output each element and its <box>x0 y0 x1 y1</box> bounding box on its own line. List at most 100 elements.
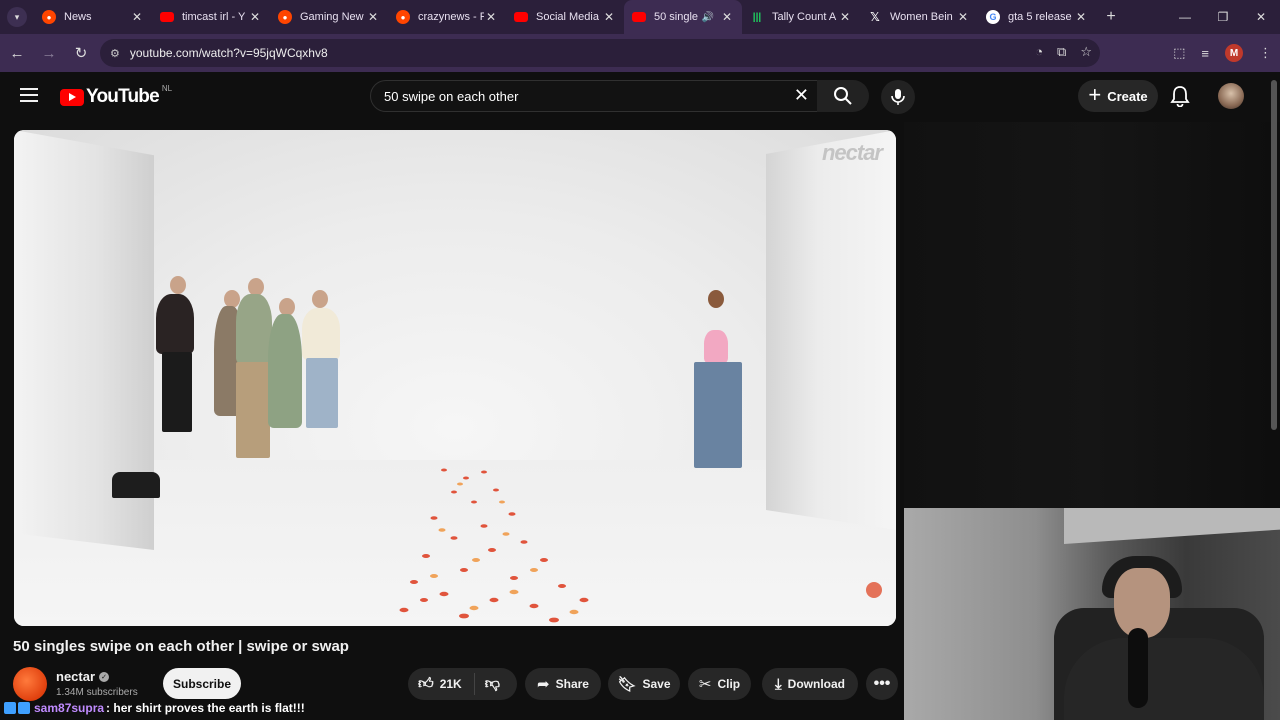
like-button[interactable]: 👍︎ 21K <box>408 673 475 695</box>
close-icon[interactable]: ✕ <box>484 10 498 24</box>
voice-search-button[interactable] <box>881 80 915 114</box>
new-tab-button[interactable]: + <box>1096 8 1126 26</box>
tab-title: Tally Count A <box>772 11 837 23</box>
address-bar[interactable]: ⚙ youtube.com/watch?v=95jqWCqxhv8 ◔ ⧉ ☆ <box>100 39 1100 67</box>
youtube-logo[interactable]: YouTube NL <box>60 84 173 108</box>
minimize-icon[interactable]: — <box>1166 0 1204 34</box>
search-input[interactable]: 50 swipe on each other ✕ <box>370 80 818 112</box>
share-button[interactable]: ➦ Share <box>525 668 601 700</box>
subscriber-count: 1.34M subscribers <box>56 687 138 698</box>
tab-50-singles[interactable]: 50 single 🔊 ✕ <box>624 0 742 34</box>
clip-button[interactable]: ✂ Clip <box>688 668 751 700</box>
close-icon[interactable]: ✕ <box>720 10 734 24</box>
chat-overlay-message: sam87supra : her shirt proves the earth … <box>0 699 904 717</box>
close-icon[interactable]: ✕ <box>248 10 262 24</box>
url-text: youtube.com/watch?v=95jqWCqxhv8 <box>129 46 328 60</box>
badge-icon <box>18 702 30 714</box>
close-icon[interactable]: ✕ <box>602 10 616 24</box>
close-window-icon[interactable]: ✕ <box>1242 0 1280 34</box>
share-arrow-icon: ➦ <box>537 676 550 693</box>
restore-icon[interactable]: ❐ <box>1204 0 1242 34</box>
hamburger-menu-icon[interactable] <box>20 88 38 102</box>
download-button[interactable]: ⤓ Download <box>762 668 858 700</box>
tab-women-bein[interactable]: 𝕏 Women Bein ✕ <box>860 0 978 34</box>
open-in-app-icon[interactable]: ⧉ <box>1057 44 1066 60</box>
tab-title: Gaming New <box>300 11 364 23</box>
channel-name-row[interactable]: nectar ✓ <box>56 669 110 684</box>
tab-title: crazynews - F <box>418 11 484 23</box>
logo-text: YouTube <box>86 86 160 107</box>
video-player[interactable]: nectar <box>14 130 896 626</box>
save-label: Save <box>642 677 671 691</box>
youtube-play-icon <box>60 88 84 106</box>
extensions-icon[interactable]: ⬚ <box>1173 45 1185 61</box>
like-count: 21K <box>439 677 462 691</box>
create-label: Create <box>1107 88 1148 104</box>
verified-check-icon: ✓ <box>99 671 110 682</box>
user-avatar[interactable] <box>1218 83 1244 109</box>
tab-gaming-news[interactable]: ● Gaming New ✕ <box>270 0 388 34</box>
scissors-icon: ✂ <box>698 676 712 693</box>
tab-news[interactable]: ● News ✕ <box>34 0 152 34</box>
site-info-icon[interactable]: ⚙ <box>110 47 120 60</box>
tab-social-media[interactable]: Social Media ✕ <box>506 0 624 34</box>
close-icon[interactable]: ✕ <box>366 10 380 24</box>
country-code: NL <box>161 84 173 93</box>
save-button[interactable]: 🔖︎ Save <box>608 668 680 700</box>
channel-avatar[interactable] <box>13 667 47 701</box>
record-indicator <box>866 582 882 598</box>
profile-avatar[interactable]: M <box>1225 44 1243 62</box>
microphone-icon <box>891 89 905 105</box>
tab-tally-count[interactable]: ||| Tally Count A ✕ <box>742 0 860 34</box>
youtube-icon <box>632 12 646 22</box>
dislike-button[interactable]: 👎︎ <box>475 675 510 693</box>
badge-icon <box>4 702 16 714</box>
webcam-streamer-face <box>1114 568 1170 638</box>
more-menu-icon[interactable]: ⋮ <box>1259 45 1272 61</box>
close-icon[interactable]: ✕ <box>1074 10 1088 24</box>
x-icon: 𝕏 <box>870 10 880 24</box>
subscribe-button[interactable]: Subscribe <box>163 668 241 699</box>
youtube-masthead: YouTube NL 50 swipe on each other ✕ + Cr… <box>0 72 1280 122</box>
page-scrollbar[interactable] <box>1270 76 1278 432</box>
share-label: Share <box>555 677 589 691</box>
tab-crazynews[interactable]: ● crazynews - F ✕ <box>388 0 506 34</box>
reload-icon[interactable]: ↻ <box>66 38 96 68</box>
thumbs-down-icon: 👎︎ <box>484 675 500 692</box>
tab-timcast[interactable]: timcast irl - Y ✕ <box>152 0 270 34</box>
browser-toolbar: ← → ↻ ⚙ youtube.com/watch?v=95jqWCqxhv8 … <box>0 34 1280 72</box>
plus-icon: + <box>1088 82 1102 107</box>
performance-icon[interactable]: ◔ <box>1035 44 1043 60</box>
recommendations-area <box>904 122 1280 508</box>
notifications-button[interactable] <box>1170 85 1190 112</box>
bookmark-star-icon[interactable]: ☆ <box>1080 44 1092 60</box>
tally-icon: ||| <box>752 11 762 23</box>
reddit-icon: ● <box>42 10 56 24</box>
tab-title: timcast irl - Y <box>182 11 246 23</box>
close-icon[interactable]: ✕ <box>956 10 970 24</box>
search-button[interactable] <box>817 80 869 112</box>
tab-search-button[interactable]: ▾ <box>0 0 34 34</box>
webcam-ceiling <box>1064 508 1280 544</box>
webcam-microphone <box>1128 628 1148 708</box>
close-icon[interactable]: ✕ <box>838 10 852 24</box>
speaker-icon[interactable]: 🔊 <box>702 12 714 23</box>
close-icon[interactable]: ✕ <box>130 10 144 24</box>
tab-gta5[interactable]: G gta 5 release ✕ <box>978 0 1096 34</box>
forward-icon[interactable]: → <box>34 38 64 68</box>
youtube-icon <box>514 12 528 22</box>
youtube-icon <box>160 12 174 22</box>
tab-title: News <box>64 11 92 23</box>
media-queue-icon[interactable]: ≡ <box>1201 46 1209 61</box>
thumbs-up-icon: 👍︎ <box>418 675 434 692</box>
rose-petals <box>399 468 589 623</box>
search-icon <box>834 87 852 105</box>
channel-name[interactable]: nectar <box>56 669 95 684</box>
back-icon[interactable]: ← <box>2 38 32 68</box>
create-button[interactable]: + Create <box>1078 80 1158 112</box>
chat-message-text: : her shirt proves the earth is flat!!! <box>106 701 305 715</box>
bookmark-icon: 🔖︎ <box>617 676 637 693</box>
google-icon: G <box>986 10 1000 24</box>
clear-search-icon[interactable]: ✕ <box>794 85 809 106</box>
more-actions-button[interactable]: ••• <box>866 668 898 700</box>
